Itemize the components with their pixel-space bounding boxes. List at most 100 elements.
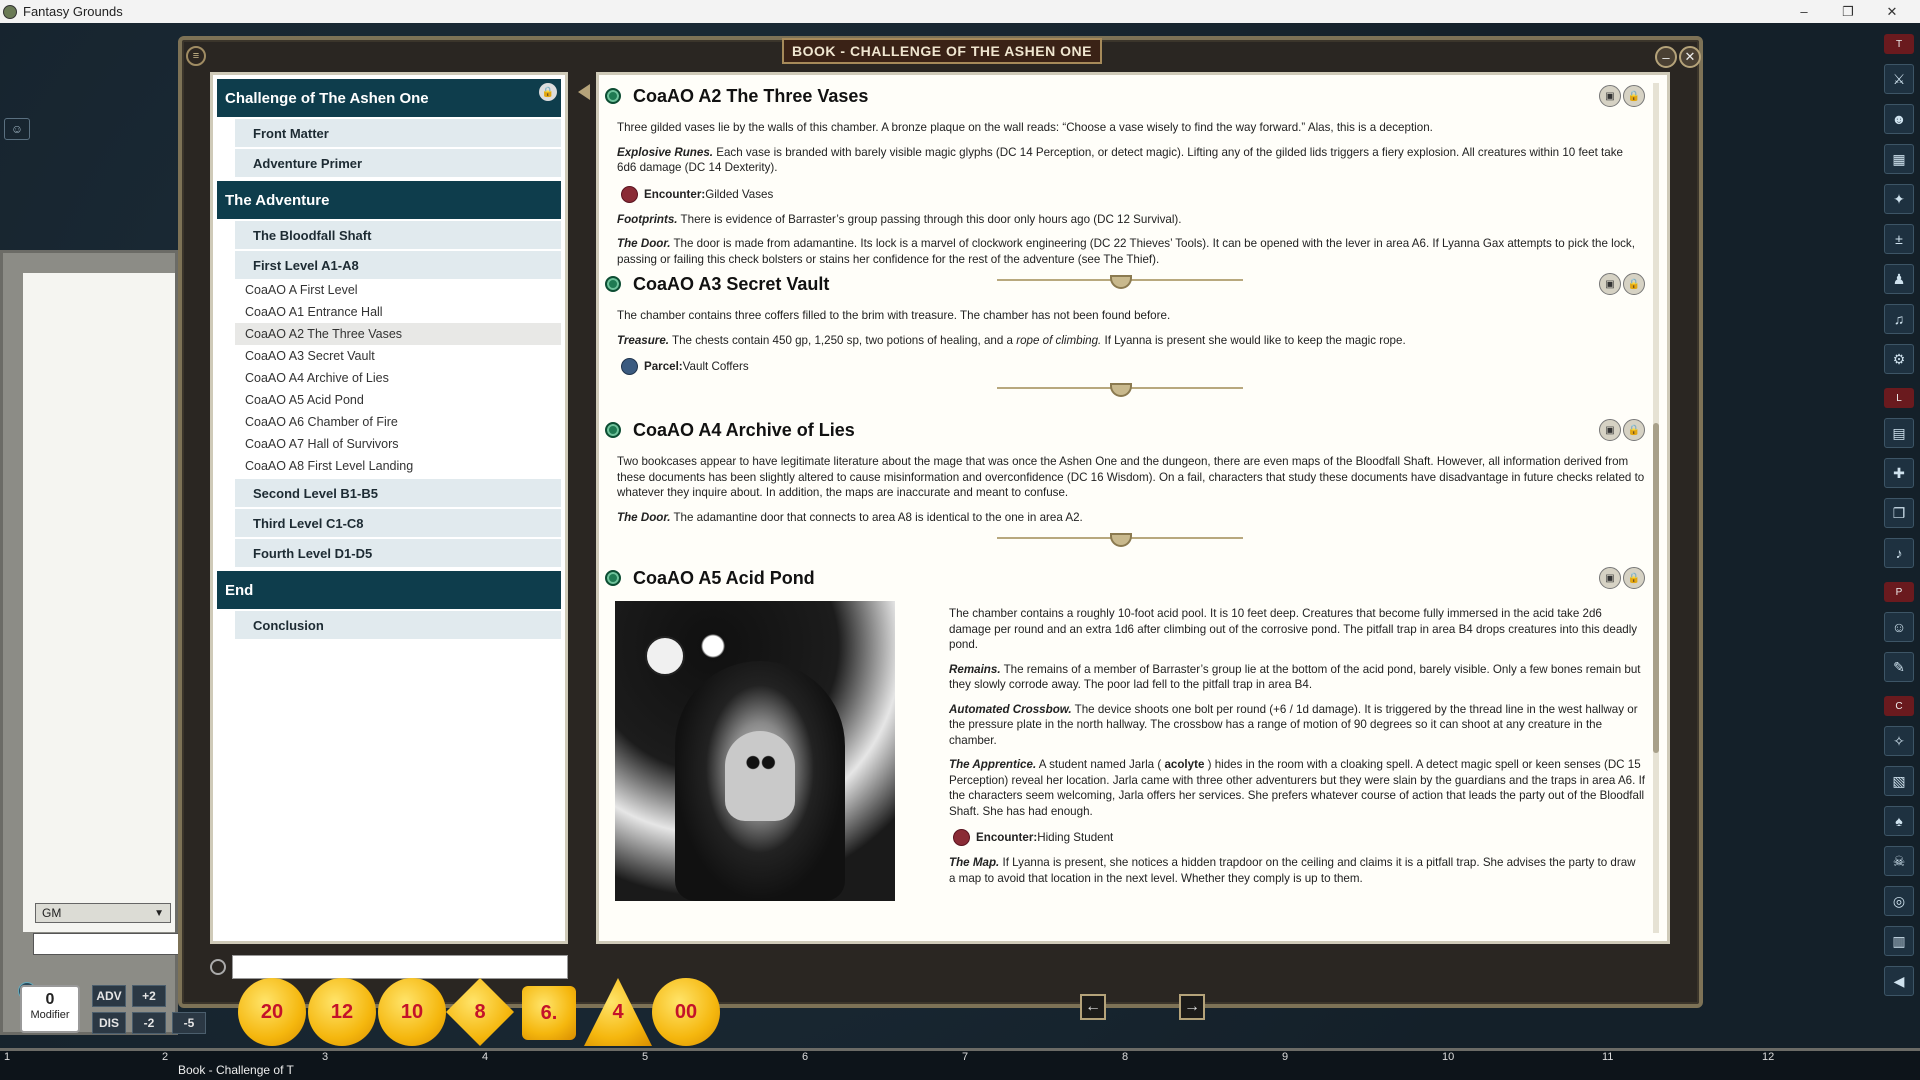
chat-log[interactable] xyxy=(23,273,175,932)
toc-chapter[interactable]: Second Level B1-B5 xyxy=(235,479,561,507)
sound-icon[interactable]: ♪ xyxy=(1884,538,1914,568)
story-link-icon[interactable] xyxy=(605,570,621,586)
toolbar-tab[interactable]: L xyxy=(1884,388,1914,408)
toc-chapter[interactable]: Third Level C1-C8 xyxy=(235,509,561,537)
effects-icon[interactable]: ✦ xyxy=(1884,184,1914,214)
book-close-button[interactable]: ✕ xyxy=(1679,46,1701,68)
toolbar-tab[interactable]: P xyxy=(1884,582,1914,602)
settings-gear-icon[interactable]: ⚙ xyxy=(1884,344,1914,374)
toc-chapter[interactable]: The Bloodfall Shaft xyxy=(235,221,561,249)
story-link-icon[interactable] xyxy=(605,276,621,292)
assets-icon[interactable]: ❐ xyxy=(1884,498,1914,528)
toc-section-header[interactable]: Challenge of The Ashen One 🔒 xyxy=(217,79,561,117)
tables-icon[interactable]: ▥ xyxy=(1884,926,1914,956)
d20-die[interactable]: 20 xyxy=(238,978,306,1046)
d10-die[interactable]: 10 xyxy=(378,978,446,1046)
npc-link[interactable]: acolyte xyxy=(1164,758,1204,771)
d100-die[interactable]: 00 xyxy=(652,978,720,1046)
toc-page-link[interactable]: CoaAO A3 Secret Vault xyxy=(235,345,561,367)
book-menu-button[interactable]: ≡ xyxy=(186,46,206,66)
search-input[interactable] xyxy=(232,955,568,979)
next-page-button[interactable]: → xyxy=(1179,994,1205,1020)
speaker-select[interactable]: GM ▼ xyxy=(35,903,171,923)
toolbar-tab[interactable]: T xyxy=(1884,34,1914,54)
spells-icon[interactable]: ✧ xyxy=(1884,726,1914,756)
share-icon[interactable]: ▣ xyxy=(1599,567,1621,589)
modules-icon[interactable]: ✚ xyxy=(1884,458,1914,488)
npcs-skull-icon[interactable]: ☠ xyxy=(1884,846,1914,876)
minus5-button[interactable]: -5 xyxy=(172,1012,206,1034)
combat-tracker-icon[interactable]: ⚔ xyxy=(1884,64,1914,94)
toc-page-link-selected[interactable]: CoaAO A2 The Three Vases xyxy=(235,323,561,345)
treasure-icon[interactable]: ◎ xyxy=(1884,886,1914,916)
toc-chapter[interactable]: Conclusion xyxy=(235,611,561,639)
paragraph-label: Remains. xyxy=(949,662,1001,676)
calendar-icon[interactable]: ▦ xyxy=(1884,144,1914,174)
modifiers-icon[interactable]: ± xyxy=(1884,224,1914,254)
party-sheet-icon[interactable]: ☻ xyxy=(1884,104,1914,134)
d6-die[interactable]: 6. xyxy=(522,986,576,1040)
minus2-button[interactable]: -2 xyxy=(132,1012,166,1034)
ashen-one-illustration[interactable] xyxy=(615,601,895,901)
toolbar-tab[interactable]: C xyxy=(1884,696,1914,716)
encounter-icon xyxy=(953,829,970,846)
toc-page-link[interactable]: CoaAO A6 Chamber of Fire xyxy=(235,411,561,433)
share-icon[interactable]: ▣ xyxy=(1599,273,1621,295)
scrollbar-thumb[interactable] xyxy=(1653,423,1659,753)
characters-icon[interactable]: ☺ xyxy=(1884,612,1914,642)
collapse-toolbar-icon[interactable]: ◀ xyxy=(1884,966,1914,996)
chat-input[interactable] xyxy=(33,933,181,955)
toc-chapter[interactable]: First Level A1-A8 xyxy=(235,251,561,279)
hotkey-slot-book[interactable]: Book - Challenge of T xyxy=(178,1063,294,1077)
toc-page-link[interactable]: CoaAO A7 Hall of Survivors xyxy=(235,433,561,455)
images-icon[interactable]: ▧ xyxy=(1884,766,1914,796)
toc-chapter[interactable]: Front Matter xyxy=(235,119,561,147)
items-icon[interactable]: ♠ xyxy=(1884,806,1914,836)
notes-icon[interactable]: ✎ xyxy=(1884,652,1914,682)
library-icon[interactable]: ▤ xyxy=(1884,418,1914,448)
music-icon[interactable]: ♫ xyxy=(1884,304,1914,334)
options-icon[interactable]: ♟ xyxy=(1884,264,1914,294)
disadvantage-button[interactable]: DIS xyxy=(92,1012,126,1034)
advantage-button[interactable]: ADV xyxy=(92,985,126,1007)
story-link-icon[interactable] xyxy=(605,88,621,104)
toc-page-link[interactable]: CoaAO A1 Entrance Hall xyxy=(235,301,561,323)
entry-paragraph: The Door. The adamantine door that conne… xyxy=(617,510,1645,526)
share-icon[interactable]: ▣ xyxy=(1599,85,1621,107)
story-entry-a5: CoaAO A5 Acid Pond ▣ 🔒 The chamber contai… xyxy=(605,563,1645,941)
toc-section-header[interactable]: End xyxy=(217,571,561,609)
toc-section-header[interactable]: The Adventure xyxy=(217,181,561,219)
toc-page-link[interactable]: CoaAO A4 Archive of Lies xyxy=(235,367,561,389)
app-title: Fantasy Grounds xyxy=(23,4,123,19)
toc-page-link[interactable]: CoaAO A First Level xyxy=(235,279,561,301)
encounter-link[interactable]: Encounter: Hiding Student xyxy=(953,829,1645,846)
story-entry-a3: CoaAO A3 Secret Vault ▣ 🔒 The chamber con… xyxy=(605,269,1645,399)
parcel-link[interactable]: Parcel: Vault Coffers xyxy=(621,358,1645,375)
lock-icon[interactable]: 🔒 xyxy=(1623,273,1645,295)
lock-icon[interactable]: 🔒 xyxy=(1623,85,1645,107)
story-link-icon[interactable] xyxy=(605,422,621,438)
lock-icon[interactable]: 🔒 xyxy=(1623,419,1645,441)
collapse-toc-arrow-icon[interactable] xyxy=(578,84,590,100)
close-window-button[interactable]: ✕ xyxy=(1870,0,1914,23)
maximize-button[interactable]: ❐ xyxy=(1826,0,1870,23)
plus2-button[interactable]: +2 xyxy=(132,985,166,1007)
toc-chapter[interactable]: Adventure Primer xyxy=(235,149,561,177)
d12-die[interactable]: 12 xyxy=(308,978,376,1046)
book-content[interactable]: CoaAO A2 The Three Vases ▣ 🔒 Three gilded… xyxy=(596,72,1670,944)
share-icon[interactable]: ▣ xyxy=(1599,419,1621,441)
content-scrollbar[interactable] xyxy=(1653,83,1659,933)
toc-page-link[interactable]: CoaAO A5 Acid Pond xyxy=(235,389,561,411)
book-minimize-button[interactable]: – xyxy=(1655,46,1677,68)
lock-icon[interactable]: 🔒 xyxy=(1623,567,1645,589)
minimize-button[interactable]: – xyxy=(1782,0,1826,23)
prev-page-button[interactable]: ← xyxy=(1080,994,1106,1020)
identity-icon[interactable]: ☺ xyxy=(4,118,30,140)
lock-icon[interactable]: 🔒 xyxy=(539,83,557,101)
modifier-box[interactable]: 0 Modifier xyxy=(20,985,80,1033)
paragraph-label: Footprints. xyxy=(617,212,678,226)
encounter-link[interactable]: Encounter: Gilded Vases xyxy=(621,185,1645,203)
toc-page-link[interactable]: CoaAO A8 First Level Landing xyxy=(235,455,561,477)
toc-chapter[interactable]: Fourth Level D1-D5 xyxy=(235,539,561,567)
chat-panel: GM ▼ xyxy=(0,250,181,1035)
